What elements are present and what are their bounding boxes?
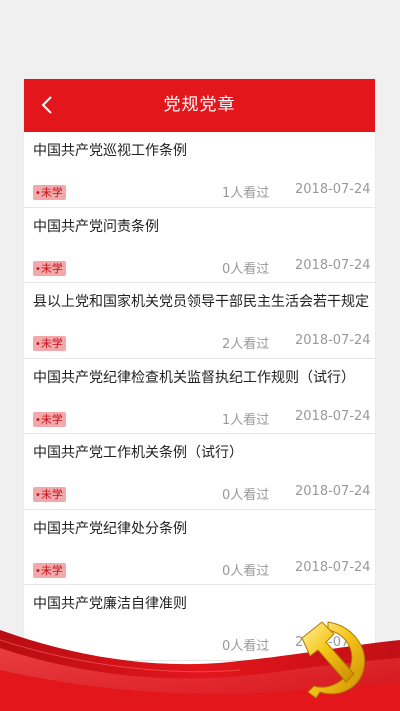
app-screen: 党规党章 中国共产党巡视工作条例 •未学 1人看过 2018-07-24 中国共…	[24, 79, 375, 711]
status-badge-label: 未学	[40, 488, 63, 501]
item-title: 县以上党和国家机关党员领导干部民主生活会若干规定	[33, 294, 369, 310]
publish-date: 2018-07-24	[295, 257, 371, 273]
view-count: 0人看过	[222, 639, 270, 654]
status-badge-label: 未学	[40, 412, 63, 426]
item-title: 中国共产党问责条例	[33, 218, 159, 235]
status-badge: •未学	[33, 411, 66, 427]
status-badge: •未学	[33, 336, 66, 351]
view-count: 0人看过	[222, 563, 270, 579]
regulation-list: 中国共产党巡视工作条例 •未学 1人看过 2018-07-24 中国共产党问责条…	[24, 132, 375, 661]
view-count: 0人看过	[222, 261, 270, 277]
item-title: 中国共产党工作机关条例（试行）	[33, 445, 243, 461]
view-count: 1人看过	[222, 186, 270, 201]
status-badge: •未学	[33, 487, 66, 502]
item-title: 中国共产党廉洁自律准则	[33, 596, 187, 612]
publish-date: 2018-07-24	[295, 559, 371, 575]
publish-date: 2018-07-24	[295, 333, 371, 348]
item-title: 中国共产党纪律处分条例	[33, 520, 187, 537]
list-item[interactable]: 中国共产党问责条例 •未学 0人看过 2018-07-24	[24, 208, 375, 283]
view-count: 2人看过	[222, 337, 270, 352]
status-badge: •未学	[33, 185, 66, 200]
status-badge-label: 未学	[40, 337, 63, 350]
publish-date: 2018-07-	[295, 635, 355, 650]
status-badge: •未学	[33, 260, 66, 276]
publish-date: 2018-07-24	[295, 484, 371, 499]
publish-date: 2018-07-24	[295, 182, 371, 197]
status-badge-label: 未学	[40, 563, 63, 577]
top-bar: 党规党章	[24, 79, 375, 132]
list-item[interactable]: 县以上党和国家机关党员领导干部民主生活会若干规定 •未学 2人看过 2018-0…	[24, 283, 375, 359]
list-item[interactable]: 中国共产党纪律处分条例 •未学 0人看过 2018-07-24	[24, 510, 375, 585]
item-title: 中国共产党巡视工作条例	[33, 143, 187, 159]
status-badge: •未学	[33, 562, 66, 578]
view-count: 0人看过	[222, 488, 270, 503]
status-badge-label: 未学	[40, 186, 63, 199]
publish-date: 2018-07-24	[295, 408, 371, 424]
list-item[interactable]: 中国共产党巡视工作条例 •未学 1人看过 2018-07-24	[24, 132, 375, 208]
status-badge-label: 未学	[40, 261, 63, 275]
list-item[interactable]: 中国共产党工作机关条例（试行） •未学 0人看过 2018-07-24	[24, 434, 375, 510]
list-item[interactable]: 中国共产党纪律检查机关监督执纪工作规则（试行） •未学 1人看过 2018-07…	[24, 359, 375, 434]
page-title: 党规党章	[163, 95, 236, 115]
item-title: 中国共产党纪律检查机关监督执纪工作规则（试行）	[33, 369, 355, 386]
list-item[interactable]: 中国共产党廉洁自律准则 0人看过 2018-07-	[24, 585, 375, 661]
view-count: 1人看过	[222, 412, 270, 428]
